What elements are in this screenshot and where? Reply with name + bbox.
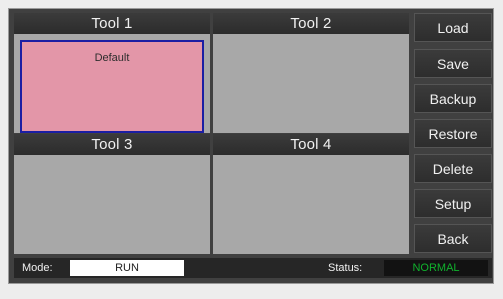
tool-panel-2-header: Tool 2 (213, 13, 409, 34)
back-button[interactable]: Back (414, 224, 492, 253)
backup-button[interactable]: Backup (414, 84, 492, 113)
tool-panel-2-body[interactable] (213, 34, 409, 133)
tool-panel-1-header: Tool 1 (14, 13, 210, 34)
tool-panel-1-content: Default (94, 52, 130, 64)
delete-button[interactable]: Delete (414, 154, 492, 183)
tool-panel-4-content (213, 155, 409, 165)
tool-panel-3[interactable]: Tool 3 (14, 134, 210, 254)
tool-panel-3-body[interactable] (14, 155, 210, 254)
tool-panel-4-body[interactable] (213, 155, 409, 254)
tool-panel-3-header: Tool 3 (14, 134, 210, 155)
status-bar: Mode: RUN Status: NORMAL (14, 258, 492, 278)
tool-panel-1[interactable]: Tool 1 Default (14, 13, 210, 133)
mode-value-field: RUN (70, 260, 184, 276)
setup-button[interactable]: Setup (414, 189, 492, 218)
tool-selection-screen: Tool 1 Default Tool 2 Tool 3 Tool 4 Load… (8, 8, 494, 284)
tool-panel-4[interactable]: Tool 4 (213, 134, 409, 254)
tool-panel-2-content (213, 34, 409, 44)
restore-button[interactable]: Restore (414, 119, 492, 148)
tool-panel-4-header: Tool 4 (213, 134, 409, 155)
mode-label: Mode: (22, 262, 53, 274)
save-button[interactable]: Save (414, 49, 492, 78)
tool-panel-2[interactable]: Tool 2 (213, 13, 409, 133)
status-label: Status: (328, 262, 363, 274)
status-value-field: NORMAL (384, 260, 488, 276)
tool-panel-1-body[interactable]: Default (20, 40, 204, 133)
tool-panel-3-content (14, 155, 210, 165)
load-button[interactable]: Load (414, 13, 492, 42)
